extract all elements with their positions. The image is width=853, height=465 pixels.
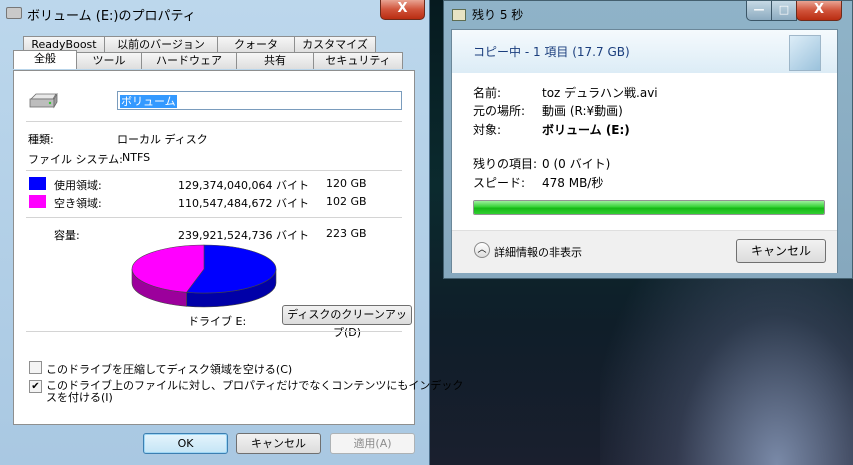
- volume-name-text: ボリューム: [120, 95, 177, 108]
- copy-progress-bar: [473, 200, 825, 215]
- capacity-label: 容量:: [54, 229, 80, 242]
- copy-progress-window: 残り 5 秒 — □ X コピー中 - 1 項目 (17.7 GB) 名前: t…: [443, 0, 853, 279]
- name-value: toz デュラハン戦.avi: [542, 86, 658, 100]
- close-button[interactable]: X: [796, 1, 842, 21]
- properties-window: ボリューム (E:)のプロパティ X ReadyBoost 以前のバージョン ク…: [0, 0, 463, 465]
- name-label: 名前:: [473, 86, 502, 100]
- file-copy-icon: [789, 35, 821, 71]
- free-space-bytes: 110,547,484,672 バイト: [178, 197, 309, 210]
- type-label: 種類:: [28, 133, 54, 146]
- remaining-value: 0 (0 バイト): [542, 157, 611, 171]
- used-space-swatch: [29, 177, 46, 190]
- speed-label: スピード:: [473, 176, 526, 190]
- used-space-gb: 120 GB: [326, 177, 367, 190]
- to-label: 対象:: [473, 123, 502, 137]
- drive-title-icon: [6, 7, 22, 19]
- filesystem-label: ファイル システム:: [28, 153, 123, 166]
- maximize-button[interactable]: □: [771, 1, 797, 21]
- compress-label[interactable]: このドライブを圧縮してディスク領域を空ける(C): [46, 361, 292, 377]
- filesystem-value: NTFS: [122, 151, 151, 164]
- close-button[interactable]: X: [380, 0, 425, 20]
- hard-drive-icon: [29, 93, 58, 109]
- copy-title-icon: [452, 9, 466, 21]
- used-space-bytes: 129,374,040,064 バイト: [178, 179, 309, 192]
- divider: [26, 217, 402, 218]
- speed-value: 478 MB/秒: [542, 176, 604, 190]
- free-space-gb: 102 GB: [326, 195, 367, 208]
- properties-titlebar[interactable]: ボリューム (E:)のプロパティ X: [0, 0, 429, 28]
- divider: [26, 170, 402, 171]
- divider: [26, 331, 402, 332]
- cancel-copy-button[interactable]: キャンセル: [736, 239, 826, 263]
- disk-usage-pie: [131, 244, 277, 308]
- ok-button[interactable]: OK: [143, 433, 228, 454]
- compress-checkbox[interactable]: [29, 361, 42, 374]
- tab-hardware[interactable]: ハードウェア: [141, 52, 237, 69]
- tab-general[interactable]: 全般: [13, 50, 77, 69]
- drive-label: ドライブ E:: [188, 315, 247, 328]
- capacity-gb: 223 GB: [326, 227, 367, 240]
- tab-previous-versions[interactable]: 以前のバージョン: [104, 36, 218, 53]
- divider: [26, 121, 402, 122]
- checkmark-icon: ✔: [31, 381, 40, 392]
- disk-cleanup-button[interactable]: ディスクのクリーンアップ(D): [282, 305, 412, 339]
- free-space-label: 空き領域:: [54, 197, 102, 210]
- remaining-label: 残りの項目:: [473, 157, 538, 171]
- progress-fill: [474, 201, 824, 214]
- tab-security[interactable]: セキュリティ: [313, 52, 403, 69]
- chevron-up-icon[interactable]: ︿: [474, 242, 490, 258]
- tab-sharing[interactable]: 共有: [236, 52, 314, 69]
- index-label[interactable]: このドライブ上のファイルに対し、プロパティだけでなくコンテンツにもインデック ス…: [46, 380, 463, 404]
- copy-header-title: コピー中 - 1 項目 (17.7 GB): [473, 45, 630, 59]
- pie-top: [131, 244, 277, 294]
- details-toggle[interactable]: 詳細情報の非表示: [494, 244, 582, 260]
- properties-title: ボリューム (E:)のプロパティ: [27, 9, 196, 24]
- copy-content: コピー中 - 1 項目 (17.7 GB) 名前: toz デュラハン戦.avi…: [451, 29, 838, 273]
- from-label: 元の場所:: [473, 104, 526, 118]
- minimize-button[interactable]: —: [746, 1, 772, 21]
- free-space-swatch: [29, 195, 46, 208]
- from-value[interactable]: 動画 (R:¥動画): [542, 102, 623, 119]
- copy-footer: ︿ 詳細情報の非表示 キャンセル: [452, 230, 837, 273]
- volume-name-input[interactable]: ボリューム: [117, 91, 402, 110]
- apply-button[interactable]: 適用(A): [330, 433, 415, 454]
- tab-quota[interactable]: クォータ: [217, 36, 295, 53]
- index-checkbox[interactable]: ✔: [29, 380, 42, 393]
- tab-tools[interactable]: ツール: [76, 52, 142, 69]
- used-space-label: 使用領域:: [54, 179, 102, 192]
- index-label-line2: スを付ける(I): [46, 391, 113, 404]
- copy-title: 残り 5 秒: [472, 8, 524, 22]
- capacity-bytes: 239,921,524,736 バイト: [178, 229, 309, 242]
- type-value: ローカル ディスク: [117, 133, 208, 146]
- tab-customize[interactable]: カスタマイズ: [294, 36, 376, 53]
- cancel-button[interactable]: キャンセル: [236, 433, 321, 454]
- general-panel: ボリューム 種類: ローカル ディスク ファイル システム: NTFS 使用領域…: [13, 70, 463, 425]
- copy-header: コピー中 - 1 項目 (17.7 GB): [452, 30, 837, 73]
- to-value[interactable]: ボリューム (E:): [542, 121, 630, 138]
